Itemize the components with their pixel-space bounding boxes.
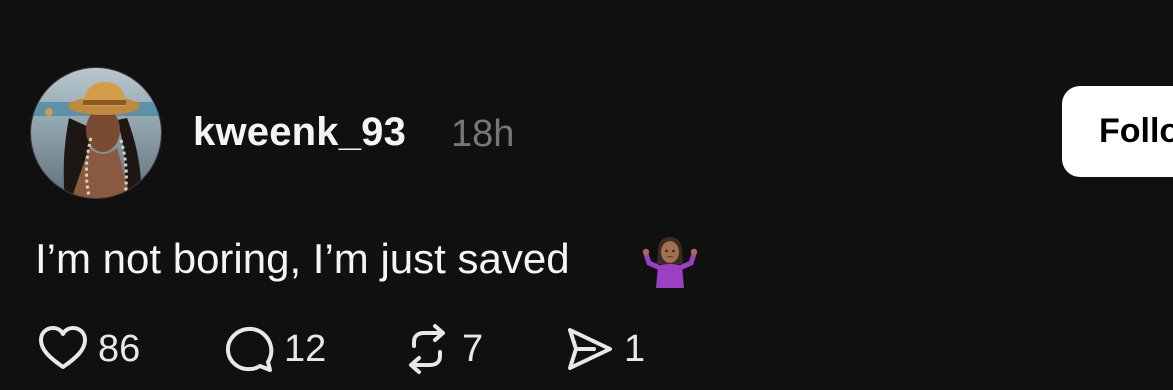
like-count: 86 (98, 328, 141, 370)
post-body-text: I’m not boring, I’m just saved (35, 235, 570, 282)
profile-photo-avatar (31, 68, 161, 198)
username-link[interactable]: kweenk_93 (193, 108, 406, 156)
follow-button[interactable]: Follow (1062, 86, 1173, 177)
repost-count: 7 (462, 328, 484, 370)
repost-icon (409, 324, 445, 374)
person-shrugging-emoji (642, 237, 698, 288)
share-count: 1 (624, 328, 646, 370)
comment-bubble-icon (225, 326, 274, 372)
heart-icon (39, 326, 87, 369)
share-action[interactable]: 1 (562, 322, 645, 376)
repost-action[interactable]: 7 (400, 322, 483, 376)
avatar[interactable] (30, 67, 162, 199)
thread-post: kweenk_93 18h Follow I’m not boring, I’m… (0, 0, 1173, 390)
post-timestamp: 18h (451, 113, 515, 155)
like-action[interactable]: 86 (36, 322, 140, 376)
send-icon (568, 328, 612, 370)
reply-count: 12 (284, 328, 327, 370)
reply-action[interactable]: 12 (222, 322, 326, 376)
